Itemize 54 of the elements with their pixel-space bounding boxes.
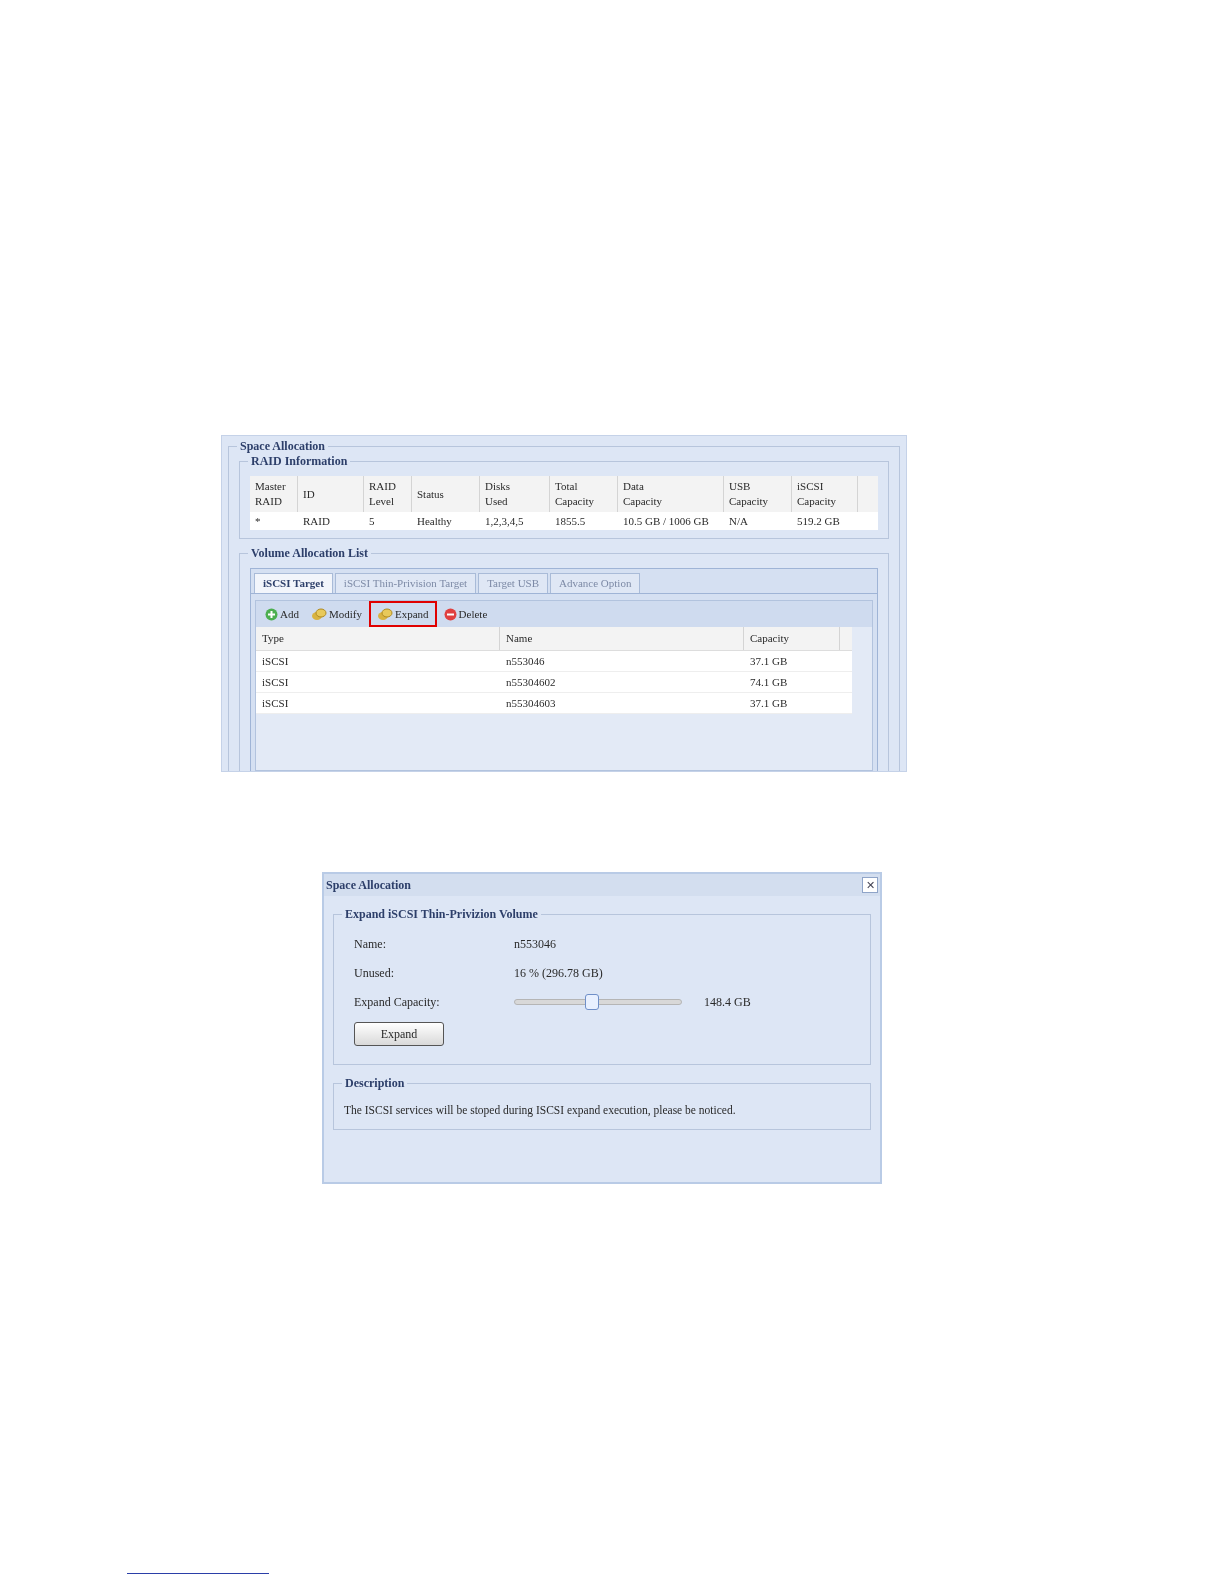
toolbar-button[interactable]: Delete	[440, 603, 491, 625]
field-label: Unused:	[354, 965, 395, 982]
table-cell-text: 5	[368, 514, 376, 529]
section-title: Description	[342, 1075, 408, 1091]
delete-icon	[443, 607, 457, 621]
tab[interactable]: iSCSI Target	[254, 573, 333, 593]
table-cell-text: N/A	[728, 514, 749, 529]
table-cell-text: iSCSI	[261, 695, 290, 711]
column-header: Type	[256, 627, 500, 650]
description-text: The ISCSI services will be stoped during ISCSI expand execution, please be noticed.	[344, 1103, 737, 1119]
slider[interactable]	[514, 994, 682, 1010]
column-header: Total Capacity	[555, 479, 595, 509]
column-header: Data Capacity	[623, 479, 663, 509]
field-label: Name:	[354, 936, 387, 953]
add-icon	[265, 607, 278, 621]
table-cell-text: iSCSI	[261, 674, 290, 690]
window-title: Space Allocation	[326, 877, 411, 894]
toolbar-button[interactable]: Expand	[370, 603, 435, 625]
table-cell-text: 10.5 GB / 1006 GB	[622, 514, 710, 529]
slider-thumb[interactable]	[584, 994, 599, 1010]
toolbar-button[interactable]: Modify	[307, 603, 365, 625]
column-header: ID	[303, 486, 316, 502]
section-title: Space Allocation	[237, 438, 328, 454]
table-cell-text: n553046	[505, 653, 546, 669]
coins-icon	[310, 607, 327, 621]
table-cell-text: 74.1 GB	[749, 674, 789, 690]
column-header: Name	[500, 627, 744, 650]
column-header: RAID Level	[369, 479, 397, 509]
table-cell-text: n55304603	[505, 695, 557, 711]
column-header: iSCSI Capacity	[797, 479, 837, 509]
slider-reading: 148.4 GB	[704, 994, 751, 1011]
table-cell-text: iSCSI	[261, 653, 290, 669]
table-cell-text: RAID	[302, 514, 331, 529]
close-button[interactable]: ✕	[862, 877, 878, 893]
column-header: Status	[417, 486, 445, 502]
column-header: Capacity	[744, 627, 840, 650]
table-cell-text: Healthy	[416, 514, 453, 529]
expand-button[interactable]: Expand	[354, 1022, 444, 1046]
table-cell-text: 37.1 GB	[749, 695, 789, 711]
table-cell-text: 37.1 GB	[749, 653, 789, 669]
table-cell-text: 1,2,3,4,5	[484, 514, 525, 529]
table-cell-text: 1855.5	[554, 514, 587, 529]
field-value: 16 % (296.78 GB)	[514, 965, 603, 982]
coins-icon	[376, 607, 393, 621]
table-cell-text: n55304602	[505, 674, 557, 690]
column-header: Disks Used	[485, 479, 512, 509]
section-title: Expand iSCSI Thin-Privizion Volume	[342, 906, 541, 922]
toolbar-button[interactable]: Add	[262, 603, 302, 625]
column-header: USB Capacity	[729, 479, 769, 509]
field-label: Expand Capacity:	[354, 994, 441, 1011]
column-header: Master RAID	[255, 479, 287, 509]
table-cell-text: *	[254, 514, 262, 529]
table-cell-text: 519.2 GB	[796, 514, 841, 529]
field-value: n553046	[514, 936, 556, 953]
